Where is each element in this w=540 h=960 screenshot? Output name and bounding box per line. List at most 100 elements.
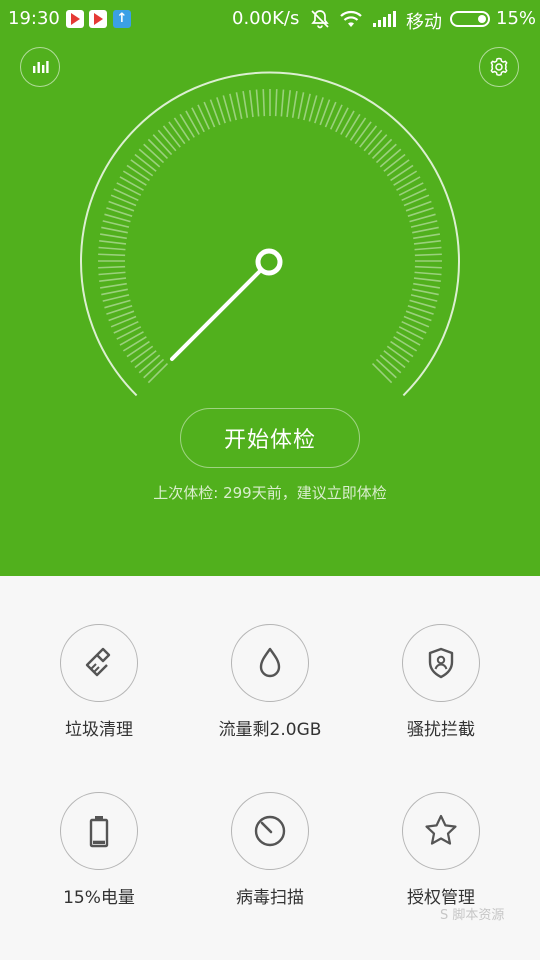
- gauge-tick: [390, 164, 414, 182]
- battery-tile[interactable]: 15%电量: [14, 792, 184, 942]
- shield-user-icon: [428, 647, 454, 679]
- gauge-tick: [102, 220, 130, 228]
- tile-icon-circle: [231, 624, 309, 702]
- carrier-name: 移动: [406, 12, 442, 33]
- gauge-tick: [102, 294, 130, 302]
- data-usage-tile[interactable]: 流量剩2.0GB: [185, 624, 355, 774]
- gauge-tick: [138, 148, 161, 168]
- gauge-tick: [363, 129, 383, 152]
- gauge-tick: [291, 90, 298, 118]
- gauge-tick: [191, 107, 205, 133]
- gauge-tick: [410, 220, 438, 228]
- gauge-tick: [242, 90, 249, 118]
- gauge-tick: [229, 93, 237, 121]
- last-check-text: 上次体检: 299天前，建议立即体检: [153, 484, 387, 502]
- gauge-tick: [274, 89, 278, 117]
- gauge-tick: [99, 277, 127, 283]
- gauge-tick: [147, 138, 169, 160]
- gauge-tick: [152, 134, 173, 156]
- droplet-icon: [259, 647, 281, 678]
- gauge-tick: [375, 143, 397, 164]
- gauge-tick: [386, 159, 410, 177]
- upload-icon: ↑: [113, 10, 131, 28]
- gauge-tick: [303, 93, 311, 121]
- gauge-tick: [414, 271, 442, 276]
- gauge-tick: [393, 336, 418, 352]
- battery-status-icon: [450, 11, 490, 27]
- gauge-tick: [413, 277, 441, 283]
- tile-label: 垃圾清理: [65, 720, 133, 740]
- tile-icon-circle: [402, 792, 480, 870]
- tile-label: 骚扰拦截: [407, 720, 475, 740]
- gauge-tick: [409, 213, 436, 223]
- play-store-icon: [89, 10, 107, 28]
- start-checkup-button[interactable]: 开始体检: [180, 408, 360, 468]
- gauge-tick: [99, 282, 127, 289]
- hero-panel: 19:30 ↑ 0.00K/s 移动 15% 开始体检 上次体检: 299天前，…: [0, 0, 540, 576]
- virus-scan-tile[interactable]: 病毒扫描: [185, 792, 355, 942]
- gauge-tick: [390, 340, 414, 358]
- tile-icon-circle: [60, 792, 138, 870]
- star-icon: [425, 814, 457, 845]
- gauge-tick: [134, 350, 157, 369]
- gauge-tick: [116, 182, 142, 196]
- gauge-tick: [235, 92, 243, 119]
- gauge-tick: [286, 90, 292, 118]
- gauge-tick: [222, 95, 232, 122]
- gauge-tick: [412, 288, 439, 296]
- gauge-tick: [414, 265, 442, 269]
- gauge-tick: [168, 121, 186, 145]
- spam-block-tile[interactable]: 骚扰拦截: [356, 624, 526, 774]
- gauge-tick: [379, 354, 402, 374]
- gauge-tick: [398, 182, 424, 196]
- gauge-tick: [99, 233, 127, 240]
- gauge-tick: [119, 176, 144, 191]
- gauge-tick: [157, 129, 177, 152]
- gauge-needle: [170, 270, 261, 361]
- tile-label: 15%电量: [63, 888, 135, 908]
- gauge-tick: [122, 336, 147, 352]
- gauge-tick: [101, 288, 128, 296]
- gauge-tick: [367, 134, 388, 156]
- gauge-tick: [413, 233, 441, 240]
- gauge-tick: [412, 226, 439, 234]
- gauge-tick: [143, 358, 165, 379]
- junk-clean-tile[interactable]: 垃圾清理: [14, 624, 184, 774]
- status-bar: 19:30 ↑ 0.00K/s 移动 15%: [0, 0, 540, 38]
- gauge-tick: [147, 362, 169, 384]
- gauge-tick: [248, 90, 254, 118]
- gauge-tick: [297, 92, 305, 119]
- gauge-tick: [383, 350, 406, 369]
- gauge-tick: [116, 326, 142, 340]
- gauge-tick: [138, 354, 161, 374]
- gauge-tick: [126, 340, 150, 358]
- gauge-tick: [308, 95, 318, 122]
- gauge-tick: [386, 345, 410, 363]
- tile-label: 病毒扫描: [236, 888, 304, 908]
- gauge-tick: [409, 299, 436, 309]
- gauge-tick: [413, 282, 441, 289]
- gauge-tick: [134, 153, 157, 172]
- gauge-tick: [413, 239, 441, 245]
- tile-icon-circle: [231, 792, 309, 870]
- gauge-tick: [179, 113, 195, 138]
- status-time: 19:30: [8, 8, 60, 29]
- battery-percent: 15%: [496, 8, 537, 29]
- gauge-outer-arc: [80, 71, 460, 397]
- wifi-icon: [338, 8, 364, 35]
- gauge-tick: [414, 253, 442, 257]
- gauge-tick: [255, 89, 260, 117]
- gauge-tick: [98, 271, 126, 276]
- gauge-tick: [359, 125, 378, 148]
- battery-icon: [89, 816, 109, 848]
- gauge-tick: [162, 125, 181, 148]
- gauge-tick: [126, 164, 150, 182]
- gauge-tick: [396, 331, 421, 346]
- gauge-tick: [104, 299, 131, 309]
- scan-dial-icon: [254, 815, 286, 847]
- network-speed: 0.00K/s: [232, 8, 300, 29]
- gauge-tick: [396, 176, 421, 191]
- gauge-tick: [349, 117, 367, 141]
- gauge-tick: [375, 358, 397, 379]
- gauge-tick: [98, 265, 126, 269]
